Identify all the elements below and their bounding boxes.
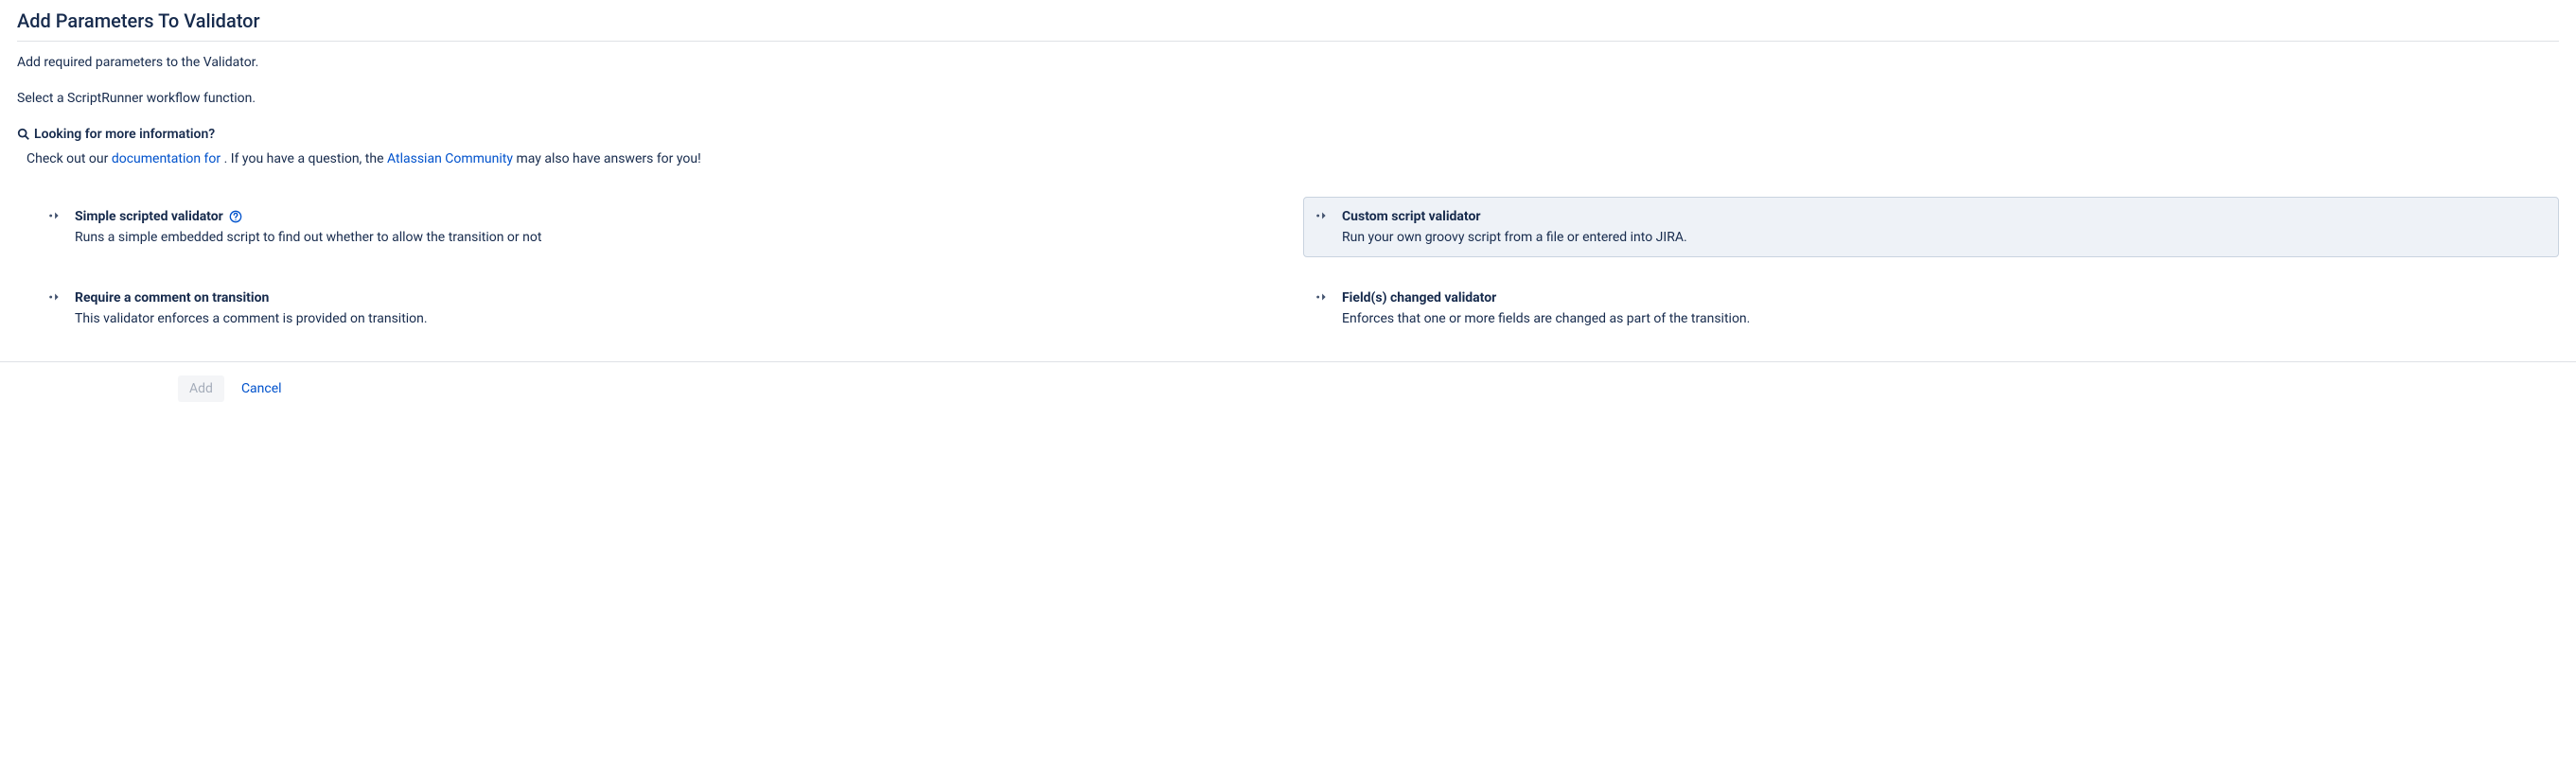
select-prompt: Select a ScriptRunner workflow function. [17,89,2559,108]
help-icon[interactable] [229,210,242,223]
option-title: Require a comment on transition [75,288,269,307]
info-heading: Looking for more information? [17,125,2559,144]
code-icon [48,209,63,222]
info-prefix: Check out our [26,151,112,166]
code-icon [1315,290,1331,304]
title-divider [17,41,2559,42]
option-title: Custom script validator [1342,207,1481,226]
search-icon [17,128,30,141]
action-bar: Add Cancel [17,375,2559,402]
community-link[interactable]: Atlassian Community [387,151,513,166]
option-custom-script-validator[interactable]: Custom script validator Run your own gro… [1303,197,2559,257]
option-require-comment[interactable]: Require a comment on transition This val… [36,278,1292,339]
option-title: Simple scripted validator [75,207,223,226]
option-fields-changed-validator[interactable]: Field(s) changed validator Enforces that… [1303,278,2559,339]
add-button[interactable]: Add [178,375,224,402]
page-title: Add Parameters To Validator [17,8,2559,41]
info-suffix: may also have answers for you! [513,151,701,166]
info-middle: . If you have a question, the [224,151,387,166]
code-icon [48,290,63,304]
code-icon [1315,209,1331,222]
section-divider [0,361,2576,362]
option-desc: Run your own groovy script from a file o… [1342,228,2547,247]
option-desc: This validator enforces a comment is pro… [75,309,1279,328]
option-title: Field(s) changed validator [1342,288,1496,307]
documentation-link[interactable]: documentation for [112,151,224,166]
cancel-button[interactable]: Cancel [238,375,286,402]
validator-options-grid: Simple scripted validator Runs a simple … [17,185,2559,361]
info-block: Looking for more information? Check out … [17,125,2559,168]
intro-text: Add required parameters to the Validator… [17,53,2559,72]
option-desc: Enforces that one or more fields are cha… [1342,309,2547,328]
option-desc: Runs a simple embedded script to find ou… [75,228,1279,247]
info-heading-text: Looking for more information? [34,125,215,144]
info-body: Check out our documentation for . If you… [17,149,2559,168]
option-simple-scripted-validator[interactable]: Simple scripted validator Runs a simple … [36,197,1292,257]
